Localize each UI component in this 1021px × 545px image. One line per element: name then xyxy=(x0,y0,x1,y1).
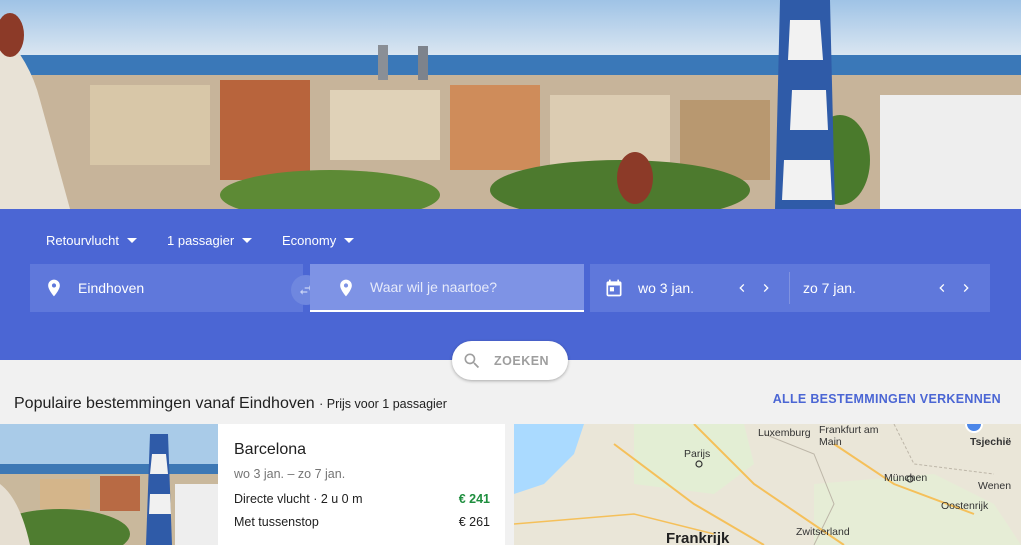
direct-flight-price: € 241 xyxy=(458,492,490,506)
destination-field[interactable]: Waar wil je naartoe? xyxy=(310,264,584,312)
origin-value: Eindhoven xyxy=(78,280,145,296)
explore-all-link[interactable]: ALLE BESTEMMINGEN VERKENNEN xyxy=(773,392,1001,406)
location-pin-icon xyxy=(340,279,352,297)
trip-type-dropdown[interactable]: Retourvlucht xyxy=(46,233,137,248)
hero-city-image xyxy=(0,0,1021,209)
stopover-price: € 261 xyxy=(458,515,490,529)
origin-field[interactable]: Eindhoven xyxy=(30,264,303,312)
chevron-left-icon[interactable] xyxy=(734,280,750,296)
popular-destinations-title: Populaire bestemmingen vanaf Eindhoven ·… xyxy=(14,395,447,413)
cabin-label: Economy xyxy=(282,233,337,248)
destinations-map[interactable]: Luxemburg Frankfurt am Main Tsjechië Par… xyxy=(514,424,1021,545)
depart-date[interactable]: wo 3 jan. xyxy=(638,280,694,296)
map-label: Tsjechië xyxy=(970,436,1012,448)
caret-down-icon xyxy=(126,238,137,243)
direct-flight-row: Directe vlucht · 2 u 0 m € 241 xyxy=(234,492,490,506)
destination-city: Barcelona xyxy=(234,441,307,458)
return-date[interactable]: zo 7 jan. xyxy=(803,280,856,296)
date-divider xyxy=(789,272,790,304)
popular-subtitle: · Prijs voor 1 passagier xyxy=(319,397,447,411)
popular-title-text: Populaire bestemmingen vanaf Eindhoven xyxy=(14,395,315,412)
passengers-dropdown[interactable]: 1 passagier xyxy=(167,233,253,248)
calendar-icon xyxy=(606,279,622,297)
map-label: Luxemburg xyxy=(758,427,811,439)
chevron-right-icon[interactable] xyxy=(958,280,974,296)
destination-card[interactable]: Barcelona wo 3 jan. – zo 7 jan. Directe … xyxy=(0,424,505,545)
map-label: Frankfurt am Main xyxy=(819,424,879,448)
search-button[interactable]: ZOEKEN xyxy=(452,341,568,380)
direct-flight-label: Directe vlucht · 2 u 0 m xyxy=(234,492,363,506)
chevron-left-icon[interactable] xyxy=(934,280,950,296)
map-label: Parijs xyxy=(684,448,711,460)
search-panel: Retourvlucht 1 passagier Economy Eindhov… xyxy=(0,209,1021,360)
destination-placeholder: Waar wil je naartoe? xyxy=(370,279,498,295)
map-label: München xyxy=(884,472,928,484)
stopover-label: Met tussenstop xyxy=(234,515,319,529)
search-icon xyxy=(464,353,480,368)
search-button-label: ZOEKEN xyxy=(494,353,550,368)
caret-down-icon xyxy=(344,238,355,243)
caret-down-icon xyxy=(242,238,253,243)
chevron-right-icon[interactable] xyxy=(758,280,774,296)
cabin-dropdown[interactable]: Economy xyxy=(282,233,355,248)
dates-field[interactable]: wo 3 jan. zo 7 jan. xyxy=(590,264,990,312)
passengers-label: 1 passagier xyxy=(167,233,235,248)
map-label: Oostenrijk xyxy=(941,500,989,512)
map-label: Zwitserland xyxy=(796,526,850,538)
location-pin-icon xyxy=(48,279,60,297)
map-label: Wenen xyxy=(978,480,1012,492)
map-label: Frankrijk xyxy=(666,530,730,545)
trip-type-label: Retourvlucht xyxy=(46,233,119,248)
destination-image xyxy=(0,424,218,545)
stopover-row: Met tussenstop € 261 xyxy=(234,515,490,529)
destination-dates: wo 3 jan. – zo 7 jan. xyxy=(234,467,346,481)
